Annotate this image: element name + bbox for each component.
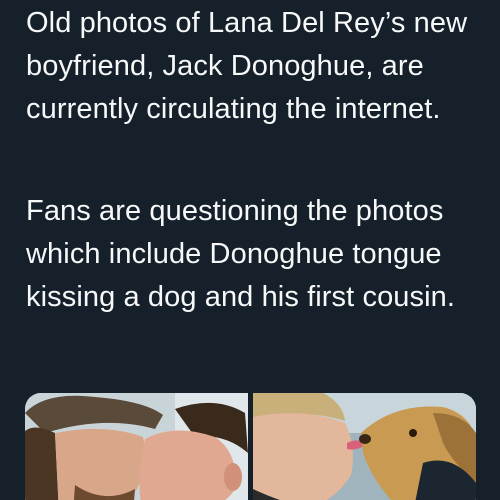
tweet-text-paragraph-2: Fans are questioning the photos which in…	[26, 195, 456, 313]
tweet-photo-right[interactable]	[253, 393, 476, 500]
tweet-text-paragraph-1: Old photos of Lana Del Rey’s new boyfrie…	[26, 7, 468, 125]
tweet-photo-left[interactable]	[25, 393, 248, 500]
photo-man-kissing-dog-icon	[253, 393, 476, 500]
tweet: Old photos of Lana Del Rey’s new boyfrie…	[0, 0, 500, 500]
tweet-media-grid	[25, 393, 476, 500]
photo-two-men-kissing-icon	[25, 393, 248, 500]
